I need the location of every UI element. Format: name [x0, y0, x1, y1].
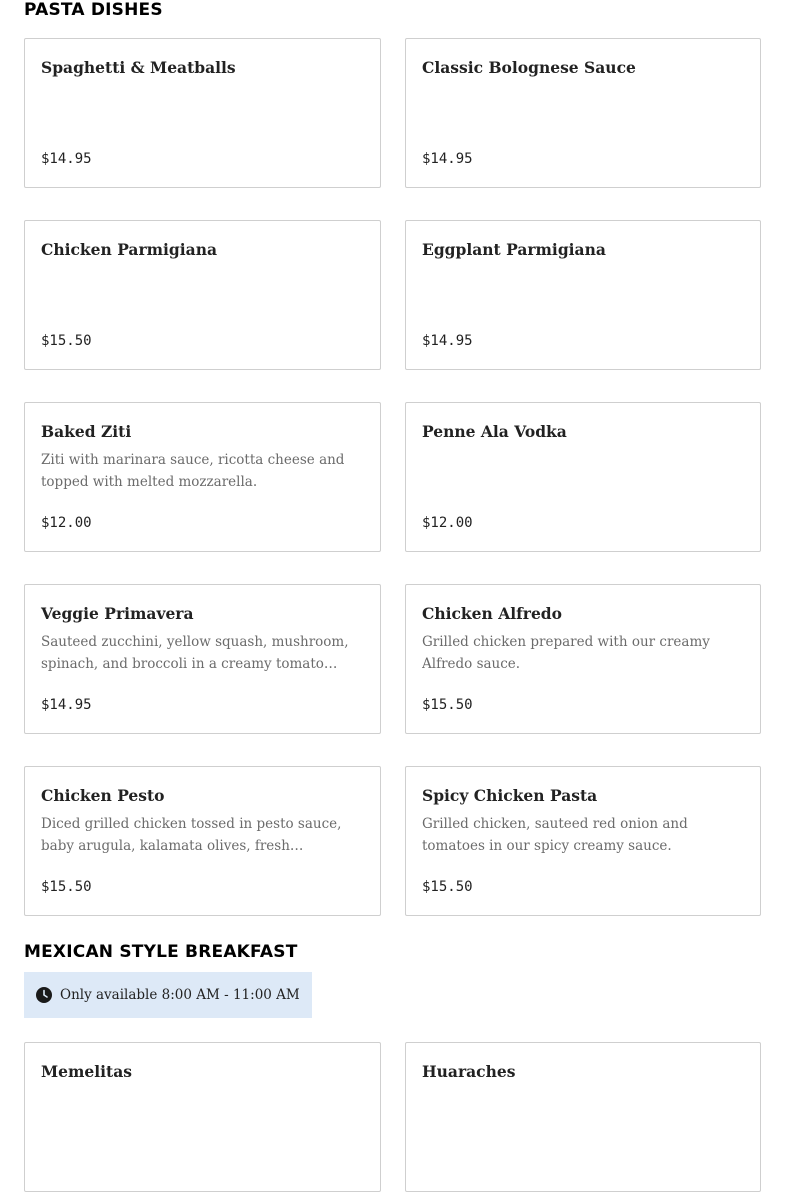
menu-item-card[interactable]: Spicy Chicken Pasta Grilled chicken, sau… [405, 766, 761, 916]
menu-item-card[interactable]: Eggplant Parmigiana $14.95 [405, 220, 761, 370]
menu-item-price: $15.50 [41, 333, 92, 349]
menu-item-price: $12.00 [422, 515, 473, 531]
menu-item-name: Spaghetti & Meatballs [41, 58, 236, 77]
menu-item-name: Memelitas [41, 1062, 132, 1081]
menu-item-description: Ziti with marinara sauce, ricotta cheese… [41, 452, 345, 490]
menu-item-card[interactable]: Spaghetti & Meatballs $14.95 [24, 38, 381, 188]
menu-item-name: Huaraches [422, 1062, 516, 1081]
menu-item-name: Eggplant Parmigiana [422, 240, 606, 259]
availability-notice: Only available 8:00 AM - 11:00 AM [24, 972, 312, 1018]
menu-item-name: Chicken Alfredo [422, 604, 562, 623]
menu-item-price: $12.00 [41, 515, 92, 531]
menu-item-description: Diced grilled chicken tossed in pesto sa… [41, 816, 342, 854]
menu-item-description: Grilled chicken prepared with our creamy… [422, 634, 710, 672]
menu-item-card[interactable]: Memelitas [24, 1042, 381, 1192]
menu-item-price: $15.50 [422, 879, 473, 895]
menu-item-name: Chicken Parmigiana [41, 240, 218, 259]
section-title-mexican-style-breakfast: MEXICAN STYLE BREAKFAST [24, 942, 298, 962]
menu-item-price: $15.50 [41, 879, 92, 895]
menu-item-name: Penne Ala Vodka [422, 422, 567, 441]
menu-item-price: $14.95 [422, 151, 473, 167]
clock-icon [36, 987, 52, 1003]
menu-item-card[interactable]: Baked Ziti Ziti with marinara sauce, ric… [24, 402, 381, 552]
menu-item-name: Classic Bolognese Sauce [422, 58, 636, 77]
menu-item-price: $14.95 [41, 697, 92, 713]
menu-item-card[interactable]: Chicken Alfredo Grilled chicken prepared… [405, 584, 761, 734]
menu-item-card[interactable]: Chicken Pesto Diced grilled chicken toss… [24, 766, 381, 916]
menu-item-card[interactable]: Huaraches [405, 1042, 761, 1192]
mexican-breakfast-grid: Memelitas Huaraches [24, 1042, 761, 1192]
menu-item-card[interactable]: Penne Ala Vodka $12.00 [405, 402, 761, 552]
menu-item-price: $14.95 [41, 151, 92, 167]
menu-item-card[interactable]: Chicken Parmigiana $15.50 [24, 220, 381, 370]
pasta-dishes-grid: Spaghetti & Meatballs $14.95 Classic Bol… [24, 38, 761, 916]
availability-text: Only available 8:00 AM - 11:00 AM [60, 987, 300, 1003]
menu-item-price: $15.50 [422, 697, 473, 713]
menu-item-name: Spicy Chicken Pasta [422, 786, 598, 805]
menu-item-card[interactable]: Veggie Primavera Sauteed zucchini, yello… [24, 584, 381, 734]
menu-item-name: Chicken Pesto [41, 786, 165, 805]
menu-item-name: Baked Ziti [41, 422, 132, 441]
menu-item-description: Sauteed zucchini, yellow squash, mushroo… [41, 634, 349, 672]
menu-item-name: Veggie Primavera [41, 604, 194, 623]
menu-item-card[interactable]: Classic Bolognese Sauce $14.95 [405, 38, 761, 188]
section-title-pasta-dishes: PASTA DISHES [24, 0, 163, 20]
menu-item-price: $14.95 [422, 333, 473, 349]
menu-item-description: Grilled chicken, sauteed red onion and t… [422, 816, 688, 854]
